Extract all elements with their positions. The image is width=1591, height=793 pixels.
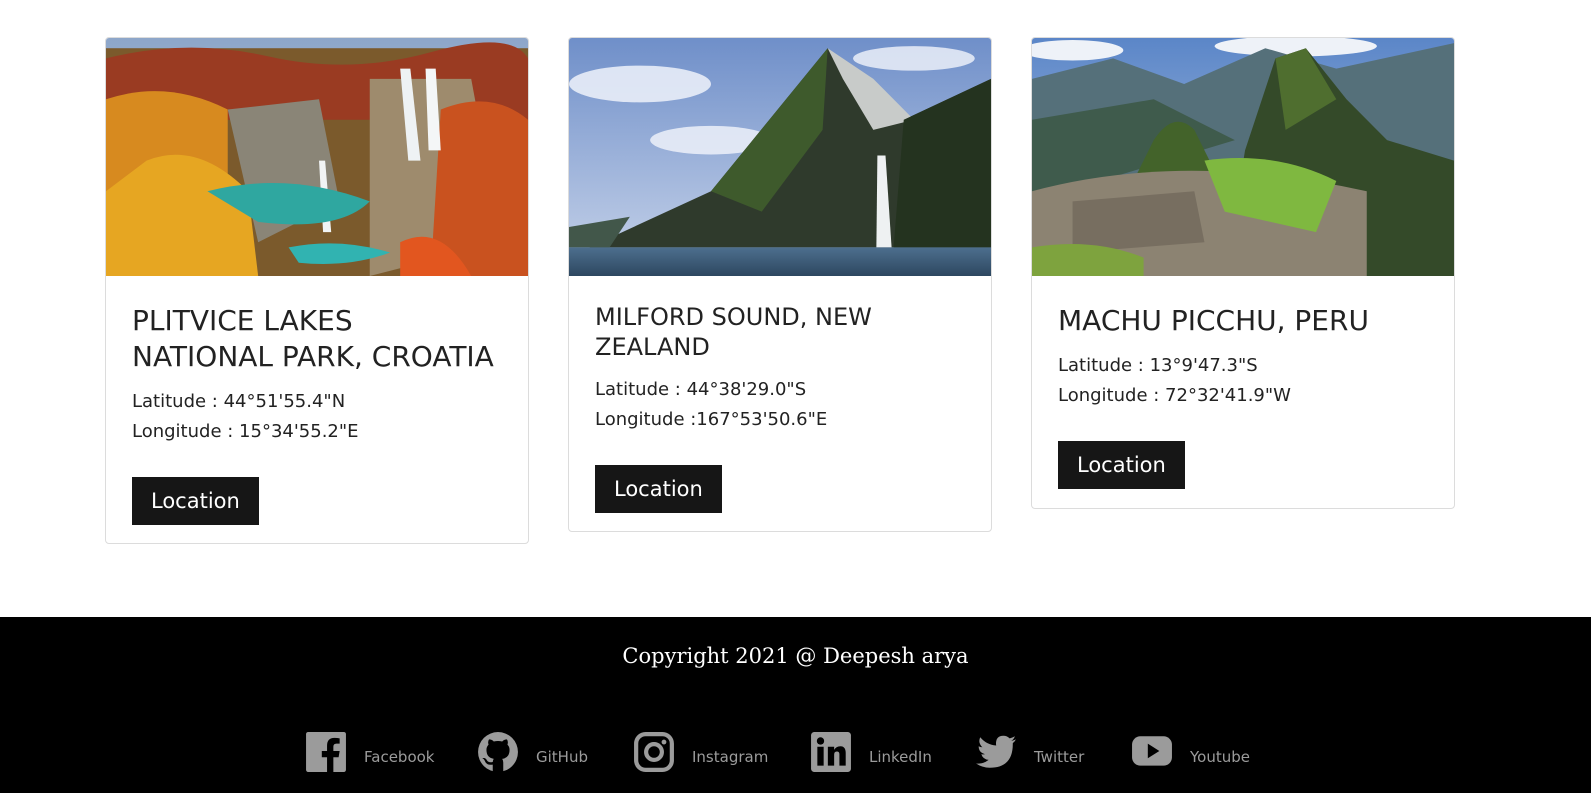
location-button[interactable]: Location bbox=[132, 477, 259, 525]
youtube-link[interactable]: Youtube bbox=[1131, 730, 1250, 774]
page-footer: Copyright 2021 @ Deepesh arya Facebook G… bbox=[0, 617, 1591, 793]
destination-image bbox=[1032, 38, 1454, 276]
card-latitude: Latitude : 44°38'29.0"S bbox=[595, 379, 807, 400]
twitter-icon bbox=[976, 735, 1016, 768]
destination-image bbox=[106, 38, 528, 276]
copyright-text: Copyright 2021 @ Deepesh arya bbox=[622, 644, 969, 668]
social-links: Facebook GitHub Instagram LinkedIn Twitt… bbox=[0, 730, 1591, 774]
linkedin-label: LinkedIn bbox=[869, 748, 932, 766]
location-button[interactable]: Location bbox=[1058, 441, 1185, 489]
card-longitude: Longitude : 15°34'55.2"E bbox=[132, 421, 359, 442]
destination-card-machu-picchu: Machu Picchu, Peru Latitude : 13°9'47.3"… bbox=[1031, 37, 1455, 509]
github-label: GitHub bbox=[536, 748, 588, 766]
card-latitude: Latitude : 44°51'55.4"N bbox=[132, 391, 346, 412]
youtube-icon bbox=[1132, 736, 1172, 766]
destination-card-plitvice: Plitvice Lakes National Park, Croatia La… bbox=[105, 37, 529, 544]
facebook-label: Facebook bbox=[364, 748, 435, 766]
card-longitude: Longitude : 72°32'41.9"W bbox=[1058, 385, 1291, 406]
facebook-link[interactable]: Facebook bbox=[305, 730, 434, 774]
card-longitude: Longitude :167°53'50.6"E bbox=[595, 409, 828, 430]
github-link[interactable]: GitHub bbox=[477, 730, 588, 774]
destination-card-milford-sound: Milford Sound, New Zealand Latitude : 44… bbox=[568, 37, 992, 532]
instagram-icon bbox=[634, 732, 674, 772]
card-title: Milford Sound, New Zealand bbox=[595, 303, 872, 361]
facebook-icon bbox=[306, 732, 346, 773]
twitter-link[interactable]: Twitter bbox=[975, 730, 1084, 774]
instagram-label: Instagram bbox=[692, 748, 769, 766]
location-button[interactable]: Location bbox=[595, 465, 722, 513]
twitter-label: Twitter bbox=[1034, 748, 1085, 766]
instagram-link[interactable]: Instagram bbox=[633, 730, 768, 774]
card-latitude: Latitude : 13°9'47.3"S bbox=[1058, 355, 1258, 376]
linkedin-icon bbox=[811, 732, 851, 772]
destination-cards: Plitvice Lakes National Park, Croatia La… bbox=[105, 37, 1455, 557]
card-title: Plitvice Lakes National Park, Croatia bbox=[132, 304, 494, 373]
destination-image bbox=[569, 38, 991, 276]
youtube-label: Youtube bbox=[1190, 748, 1250, 766]
card-title: Machu Picchu, Peru bbox=[1058, 304, 1369, 337]
github-icon bbox=[478, 732, 518, 772]
linkedin-link[interactable]: LinkedIn bbox=[810, 730, 932, 774]
